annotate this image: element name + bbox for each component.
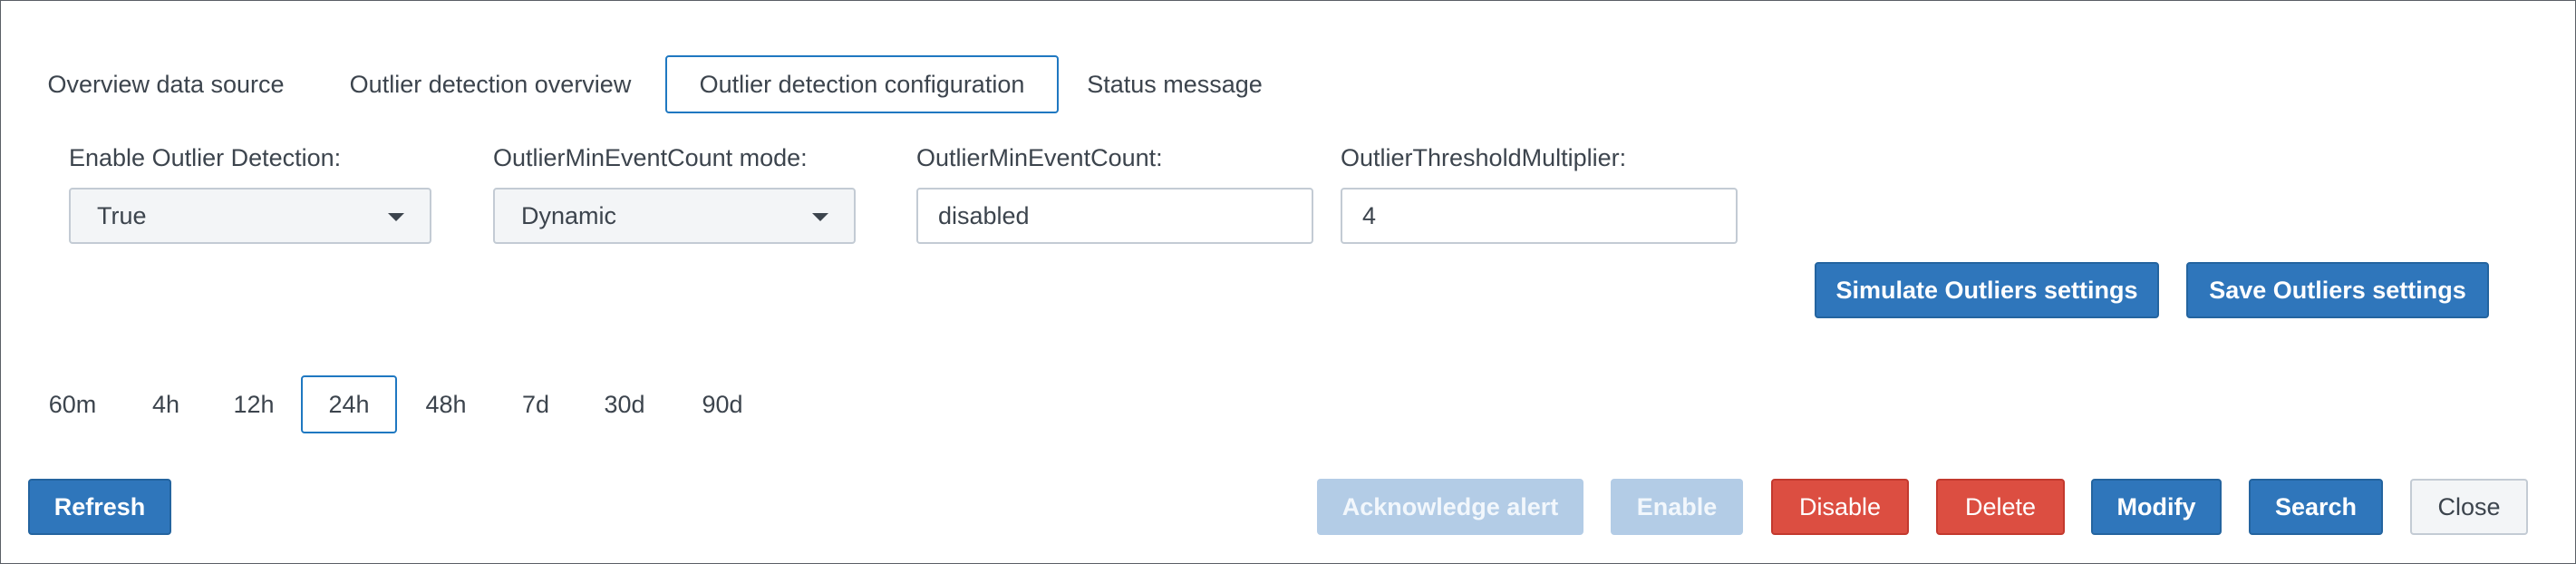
tab-status-message[interactable]: Status message <box>1074 55 1275 113</box>
tab-overview-data-source[interactable]: Overview data source <box>34 55 298 113</box>
enable-outlier-detection-value: True <box>97 201 147 229</box>
range-4h[interactable]: 4h <box>135 375 197 433</box>
enable-button[interactable]: Enable <box>1611 479 1743 535</box>
caret-down-icon <box>812 213 828 221</box>
acknowledge-alert-button[interactable]: Acknowledge alert <box>1317 479 1583 535</box>
min-event-count-mode-value: Dynamic <box>521 201 617 229</box>
enable-outlier-detection-label: Enable Outlier Detection: <box>69 144 342 171</box>
modal-window: Overview data source Outlier detection o… <box>0 0 2576 564</box>
close-button[interactable]: Close <box>2410 479 2528 535</box>
caret-down-icon <box>388 213 404 221</box>
min-event-count-input[interactable] <box>916 188 1313 244</box>
tab-outlier-detection-configuration[interactable]: Outlier detection configuration <box>665 55 1059 113</box>
delete-button[interactable]: Delete <box>1936 479 2065 535</box>
tab-outlier-detection-overview[interactable]: Outlier detection overview <box>331 55 650 113</box>
modify-button[interactable]: Modify <box>2091 479 2222 535</box>
range-12h[interactable]: 12h <box>220 375 287 433</box>
refresh-button[interactable]: Refresh <box>28 479 171 535</box>
range-7d[interactable]: 7d <box>507 375 565 433</box>
threshold-multiplier-label: OutlierThresholdMultiplier: <box>1341 144 1627 171</box>
range-60m[interactable]: 60m <box>34 375 111 433</box>
range-24h[interactable]: 24h <box>301 375 397 433</box>
min-event-count-mode-select[interactable]: Dynamic <box>493 188 856 244</box>
save-outliers-button[interactable]: Save Outliers settings <box>2186 262 2489 318</box>
min-event-count-mode-label: OutlierMinEventCount mode: <box>493 144 808 171</box>
min-event-count-label: OutlierMinEventCount: <box>916 144 1163 171</box>
search-button[interactable]: Search <box>2249 479 2383 535</box>
enable-outlier-detection-select[interactable]: True <box>69 188 431 244</box>
threshold-multiplier-input[interactable] <box>1341 188 1738 244</box>
range-30d[interactable]: 30d <box>588 375 661 433</box>
range-90d[interactable]: 90d <box>684 375 760 433</box>
disable-button[interactable]: Disable <box>1771 479 1909 535</box>
simulate-outliers-button[interactable]: Simulate Outliers settings <box>1815 262 2159 318</box>
range-48h[interactable]: 48h <box>409 375 483 433</box>
